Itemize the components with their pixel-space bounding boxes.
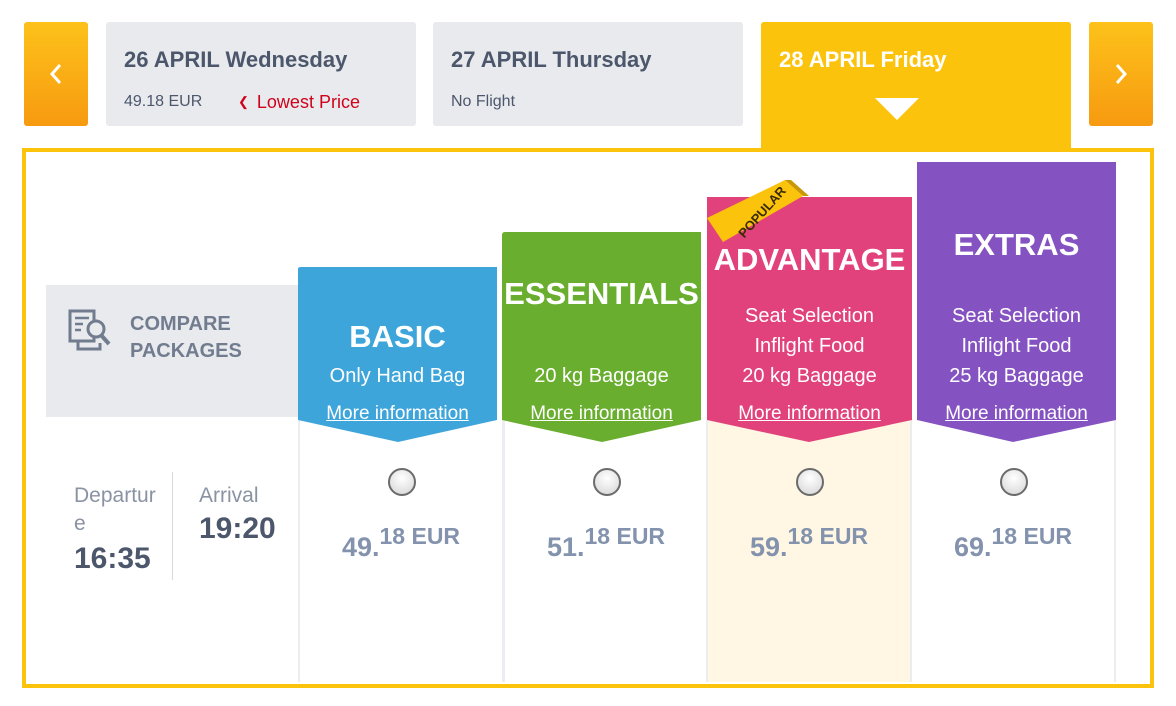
package-radio-essentials[interactable] <box>593 468 621 496</box>
selected-triangle-icon <box>875 98 919 120</box>
lowest-price-note: ❮ Lowest Price <box>238 92 360 113</box>
package-header-basic[interactable]: BASIC Only Hand Bag More information <box>298 267 497 442</box>
price-decimal: 18 EUR <box>379 523 461 549</box>
package-column-extras: 69.18 EUR <box>910 420 1116 682</box>
compare-document-search-icon <box>68 309 111 351</box>
package-price-essentials: 51.18 EUR <box>505 520 707 562</box>
package-header-extras[interactable]: EXTRAS Seat Selection Inflight Food 25 k… <box>917 162 1116 442</box>
package-column-advantage: 59.18 EUR <box>706 420 912 682</box>
flight-times: Departur e 16:35 Arrival 19:20 <box>46 470 298 582</box>
date-tab-26-april[interactable]: 26 APRIL Wednesday 49.18 EUR ❮ Lowest Pri… <box>106 22 416 126</box>
departure-label-line2: e <box>74 512 86 535</box>
package-price-extras: 69.18 EUR <box>912 520 1114 562</box>
package-feature: Inflight Food <box>961 335 1072 357</box>
package-name: ESSENTIALS <box>504 276 699 311</box>
package-feature: 20 kg Baggage <box>742 365 877 387</box>
date-tab-title: 27 APRIL Thursday <box>451 47 652 72</box>
package-feature: Inflight Food <box>754 335 865 357</box>
more-information-link[interactable]: More information <box>917 403 1116 425</box>
departure-time: 16:35 <box>74 542 151 575</box>
compare-label-line2: PACKAGES <box>130 340 242 362</box>
package-name: BASIC <box>349 319 446 354</box>
flight-package-selector: 26 APRIL Wednesday 49.18 EUR ❮ Lowest Pri… <box>0 0 1176 706</box>
package-feature: 20 kg Baggage <box>534 365 669 387</box>
price-decimal: 18 EUR <box>584 523 666 549</box>
price-integer: 49. <box>341 532 380 562</box>
price-decimal: 18 EUR <box>787 523 869 549</box>
arrival-block: Arrival 19:20 <box>199 482 276 546</box>
date-tab-27-april[interactable]: 27 APRIL Thursday No Flight <box>433 22 743 126</box>
next-date-button[interactable] <box>1089 22 1153 126</box>
package-radio-extras[interactable] <box>1000 468 1028 496</box>
package-price-advantage: 59.18 EUR <box>708 520 910 562</box>
prev-date-button[interactable] <box>24 22 88 126</box>
price-decimal: 18 EUR <box>991 523 1073 549</box>
package-feature: Only Hand Bag <box>329 365 466 387</box>
date-tab-title: 26 APRIL Wednesday <box>124 47 348 72</box>
price-integer: 51. <box>546 532 585 562</box>
package-header-essentials[interactable]: ESSENTIALS 20 kg Baggage More informatio… <box>502 232 701 442</box>
date-tab-price: 49.18 EUR <box>124 93 203 110</box>
package-column-essentials: 51.18 EUR <box>503 420 709 682</box>
chevron-left-icon <box>49 64 62 84</box>
more-information-link[interactable]: More information <box>502 403 701 425</box>
arrival-label: Arrival <box>199 484 259 507</box>
date-tab-title: 28 APRIL Friday <box>779 47 947 72</box>
compare-label-line1: COMPARE <box>130 313 231 335</box>
package-name: EXTRAS <box>953 227 1080 262</box>
date-tab-28-april-selected[interactable]: 28 APRIL Friday <box>761 22 1071 152</box>
departure-label: Departur e <box>74 482 170 538</box>
package-feature: 25 kg Baggage <box>949 365 1084 387</box>
departure-label-line1: Departur <box>74 484 156 507</box>
departure-block: Departur e 16:35 <box>74 482 170 576</box>
package-radio-advantage[interactable] <box>796 468 824 496</box>
popular-ribbon-icon: POPULAR <box>707 180 809 242</box>
compare-packages-header: COMPARE PACKAGES <box>46 285 298 417</box>
package-feature: Seat Selection <box>745 305 874 327</box>
package-feature: Seat Selection <box>952 305 1081 327</box>
lowest-price-label: Lowest Price <box>256 92 360 112</box>
compare-packages-label: COMPARE PACKAGES <box>130 311 242 365</box>
date-tab-status: No Flight <box>451 93 516 110</box>
popular-badge: POPULAR <box>705 180 815 280</box>
price-integer: 59. <box>749 532 788 562</box>
chevron-left-icon: ❮ <box>238 94 249 109</box>
package-price-basic: 49.18 EUR <box>300 520 502 562</box>
price-integer: 69. <box>953 532 992 562</box>
package-radio-basic[interactable] <box>388 468 416 496</box>
arrival-time: 19:20 <box>199 512 276 545</box>
more-information-link[interactable]: More information <box>707 403 912 425</box>
package-column-basic: 49.18 EUR <box>298 420 504 682</box>
chevron-right-icon <box>1115 64 1128 84</box>
more-information-link[interactable]: More information <box>298 403 497 425</box>
time-divider <box>172 472 173 580</box>
